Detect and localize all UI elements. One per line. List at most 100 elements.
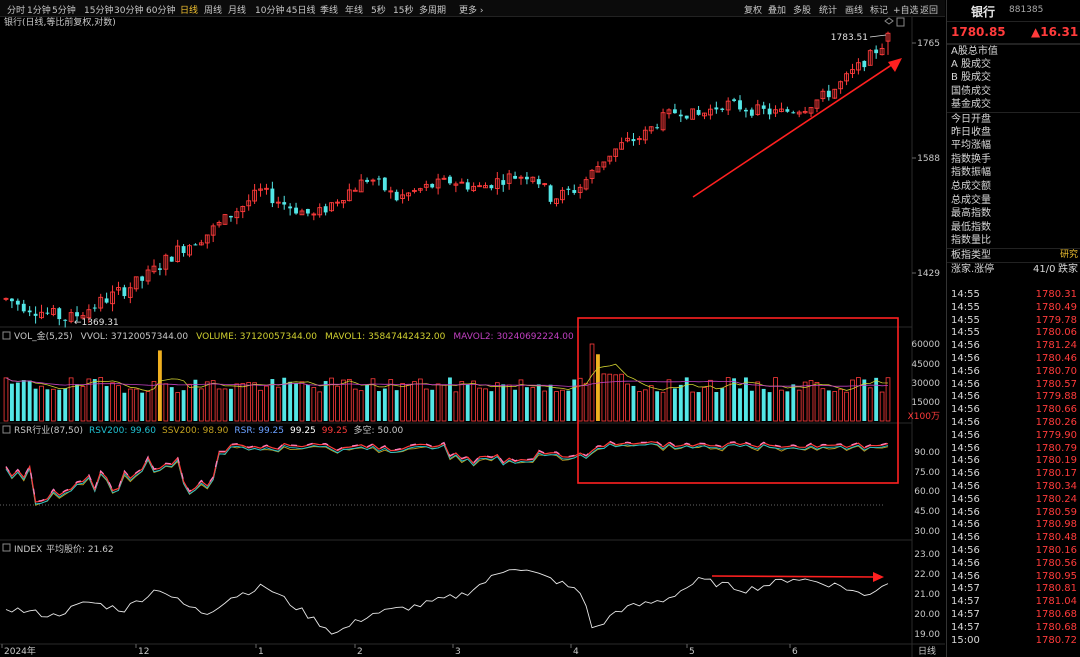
- volume-bar: [625, 383, 630, 422]
- tick-price: 1780.68: [1035, 621, 1077, 633]
- candle-body: [572, 190, 577, 193]
- volume-bar: [80, 386, 86, 422]
- volume-bar: [655, 391, 660, 421]
- candle-body: [548, 185, 553, 202]
- tick-time: 14:56: [951, 468, 980, 480]
- rsr-label-rsr2: 99.25: [290, 426, 316, 436]
- candle-body: [738, 100, 742, 110]
- volume-bar: [583, 382, 589, 422]
- volume-bar: [430, 389, 435, 421]
- row-down-label: 跌家: [1058, 263, 1078, 275]
- volume-bar: [725, 377, 731, 422]
- volume-bar: [459, 381, 465, 422]
- row-type-label: 板指类型: [951, 249, 991, 261]
- volume-bar: [767, 392, 772, 421]
- volume-bar: [299, 381, 305, 422]
- tick-price: 1780.49: [1035, 301, 1077, 313]
- volume-bar: [749, 390, 754, 421]
- volume-bar: [518, 379, 524, 422]
- tick-time: 14:57: [951, 621, 980, 633]
- tick-time: 14:57: [951, 596, 980, 608]
- volume-bar: [631, 385, 636, 421]
- volume-bar: [506, 384, 512, 422]
- trend-arrow-line: [692, 61, 897, 198]
- tick-price: 1780.98: [1035, 519, 1077, 531]
- volume-bar: [234, 383, 240, 422]
- volume-bar: [51, 388, 56, 422]
- tick-price: 1779.88: [1035, 391, 1077, 403]
- volume-bar: [678, 384, 683, 421]
- rsr-axis-label: 45.00: [914, 507, 940, 517]
- tick-time: 14:57: [951, 608, 980, 620]
- restore-window-icon: [896, 17, 905, 27]
- high-pointer: [869, 34, 887, 38]
- candle-body: [394, 191, 399, 201]
- index-axis-label: 19.00: [914, 630, 940, 640]
- tick-row: 15:00 1780.72: [947, 635, 1080, 648]
- candle-body: [75, 312, 79, 317]
- tick-row: 14:55 1780.31: [947, 289, 1080, 302]
- volume-bar: [122, 392, 127, 421]
- volume-bar: [33, 388, 38, 421]
- volume-bar: [423, 388, 429, 422]
- candle-body: [513, 175, 517, 179]
- tick-price: 1780.79: [1035, 442, 1077, 454]
- tick-time: 14:56: [951, 391, 980, 403]
- volume-bar: [660, 391, 666, 422]
- tick-price: 1780.95: [1035, 570, 1077, 582]
- rsr-label-rsr1: RSR: 99.25: [234, 426, 284, 436]
- tick-time: 14:56: [951, 570, 980, 582]
- volume-bar: [761, 388, 766, 421]
- volume-bar: [264, 385, 269, 422]
- tick-time: 14:56: [951, 378, 980, 390]
- tick-row: 14:56 1779.88: [947, 391, 1080, 404]
- tick-time: 14:55: [951, 289, 980, 300]
- date-label: 2024年: [4, 645, 36, 657]
- tick-time: 14:56: [951, 532, 980, 544]
- tick-price: 1780.31: [1035, 289, 1077, 300]
- tick-price: 1780.16: [1035, 544, 1077, 556]
- candle-body: [430, 183, 435, 188]
- tick-row: 14:55 1780.06: [947, 327, 1080, 340]
- tick-price: 1780.46: [1035, 352, 1077, 364]
- volume-bar: [400, 383, 405, 422]
- volume-bar: [814, 382, 820, 422]
- tick-price: 1780.56: [1035, 557, 1077, 569]
- volume-bar: [294, 383, 298, 421]
- tick-time: 14:55: [951, 301, 980, 313]
- price-change: ▲16.31: [1031, 25, 1079, 39]
- field-b-4: 指数振幅: [951, 167, 991, 179]
- volume-bar: [412, 381, 417, 422]
- volume-bar: [406, 384, 411, 422]
- volume-bar: [494, 382, 500, 422]
- candle-body: [57, 308, 62, 320]
- tick-time: 14:56: [951, 404, 980, 416]
- candle-body: [288, 206, 293, 209]
- volume-bar: [471, 380, 476, 422]
- tick-price: 1780.72: [1035, 634, 1077, 646]
- volume-bar: [513, 389, 517, 421]
- volume-bar: [252, 382, 257, 422]
- volume-bar: [352, 388, 358, 422]
- volume-bar: [45, 389, 50, 421]
- diamond-marker-icon: [884, 17, 894, 25]
- date-label: 5: [689, 647, 695, 657]
- field-b-0: 今日开盘: [947, 111, 1080, 126]
- ssv200-line: [5, 443, 889, 506]
- volume-bar: [826, 390, 831, 421]
- collapse-box-icon: [2, 425, 11, 434]
- volume-bar: [441, 384, 447, 422]
- volume-bar: [27, 380, 32, 421]
- index-axis-label: 23.00: [914, 550, 940, 560]
- volume-bar: [181, 390, 186, 421]
- candle-body: [9, 298, 14, 302]
- tick-price: 1780.59: [1035, 506, 1077, 518]
- tick-time: 14:56: [951, 340, 980, 352]
- tick-time: 15:00: [951, 634, 980, 646]
- tick-row: 14:57 1780.68: [947, 622, 1080, 635]
- candle-body: [122, 287, 127, 297]
- tick-row: 14:57 1780.68: [947, 609, 1080, 622]
- row-updown-label: 涨家.涨停: [951, 263, 995, 275]
- candle-body: [33, 313, 38, 316]
- tick-price: 1780.24: [1035, 493, 1077, 505]
